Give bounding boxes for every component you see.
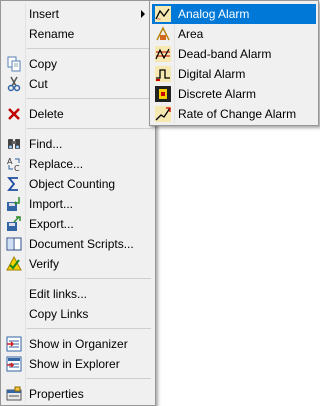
area-icon: [155, 26, 171, 42]
submenu-item-rate-of-change-alarm[interactable]: Rate of Change Alarm: [152, 104, 316, 124]
menu-item-edit-links[interactable]: Edit links...: [3, 284, 153, 304]
export-icon: [6, 216, 22, 232]
menu-item-label: Find...: [29, 137, 63, 151]
menu-item-label: Rename: [29, 27, 75, 41]
menu-item-label: Area: [178, 27, 204, 41]
analog-alarm-icon: ~: [155, 6, 171, 22]
rate-of-change-alarm-icon: [155, 106, 171, 122]
submenu-item-deadband-alarm[interactable]: Dead-band Alarm: [152, 44, 316, 64]
replace-icon: AC: [6, 156, 22, 172]
deadband-alarm-icon: [155, 46, 171, 62]
submenu-item-analog-alarm[interactable]: ~ Analog Alarm: [152, 4, 316, 24]
explorer-icon: [6, 356, 22, 372]
binoculars-icon: [6, 136, 22, 152]
menu-item-label: Insert: [29, 7, 60, 21]
submenu-item-digital-alarm[interactable]: Digital Alarm: [152, 64, 316, 84]
scissors-icon: [6, 76, 22, 92]
import-icon: [6, 196, 22, 212]
organizer-icon: [6, 336, 22, 352]
menu-item-copy-links[interactable]: Copy Links: [3, 304, 153, 324]
warning-check-icon: [6, 256, 22, 272]
submenu-item-discrete-alarm[interactable]: Discrete Alarm: [152, 84, 316, 104]
discrete-alarm-icon: [155, 86, 171, 102]
menu-separator: [27, 98, 151, 99]
book-icon: [6, 236, 22, 252]
menu-item-label: Copy: [29, 57, 58, 71]
menu-item-object-counting[interactable]: Object Counting: [3, 174, 153, 194]
menu-item-label: Copy Links: [29, 307, 89, 321]
menu-item-label: Delete: [29, 107, 64, 121]
menu-separator: [27, 48, 151, 49]
properties-icon: [6, 386, 22, 402]
menu-separator: [27, 278, 151, 279]
menu-separator: [27, 328, 151, 329]
menu-item-import[interactable]: Import...: [3, 194, 153, 214]
context-menu: Insert Rename Copy Cut Delete Find... AC: [0, 0, 156, 406]
menu-item-insert[interactable]: Insert: [3, 4, 153, 24]
menu-item-document-scripts[interactable]: Document Scripts...: [3, 234, 153, 254]
menu-item-label: Dead-band Alarm: [178, 47, 272, 61]
menu-item-label: Properties: [29, 387, 84, 401]
menu-item-verify[interactable]: Verify: [3, 254, 153, 274]
menu-item-label: Analog Alarm: [178, 7, 250, 21]
svg-text:C: C: [14, 164, 20, 172]
submenu-item-area[interactable]: Area: [152, 24, 316, 44]
svg-text:~: ~: [157, 17, 161, 22]
menu-item-show-in-explorer[interactable]: Show in Explorer: [3, 354, 153, 374]
menu-item-label: Show in Organizer: [29, 337, 128, 351]
menu-item-properties[interactable]: Properties: [3, 384, 153, 404]
menu-item-copy[interactable]: Copy: [3, 54, 153, 74]
menu-item-label: Verify: [29, 257, 60, 271]
digital-alarm-icon: [155, 66, 171, 82]
menu-item-label: Object Counting: [29, 177, 116, 191]
menu-item-label: Document Scripts...: [29, 237, 134, 251]
menu-item-label: Rate of Change Alarm: [178, 107, 297, 121]
menu-item-label: Import...: [29, 197, 74, 211]
menu-item-label: Replace...: [29, 157, 84, 171]
menu-separator: [27, 128, 151, 129]
menu-item-replace[interactable]: AC Replace...: [3, 154, 153, 174]
menu-item-label: Show in Explorer: [29, 357, 120, 371]
menu-item-label: Edit links...: [29, 287, 88, 301]
insert-submenu: ~ Analog Alarm Area Dead-band Alarm Digi…: [149, 0, 319, 126]
menu-item-cut[interactable]: Cut: [3, 74, 153, 94]
submenu-arrow-icon: [141, 10, 145, 18]
svg-text:A: A: [7, 157, 13, 166]
menu-item-export[interactable]: Export...: [3, 214, 153, 234]
menu-item-label: Discrete Alarm: [178, 87, 257, 101]
menu-item-label: Digital Alarm: [178, 67, 246, 81]
menu-item-show-in-organizer[interactable]: Show in Organizer: [3, 334, 153, 354]
sigma-icon: [6, 176, 22, 192]
menu-item-rename[interactable]: Rename: [3, 24, 153, 44]
menu-item-label: Export...: [29, 217, 74, 231]
delete-x-icon: [6, 106, 22, 122]
menu-separator: [27, 378, 151, 379]
copy-icon: [6, 56, 22, 72]
menu-item-label: Cut: [29, 77, 48, 91]
menu-item-find[interactable]: Find...: [3, 134, 153, 154]
menu-item-delete[interactable]: Delete: [3, 104, 153, 124]
